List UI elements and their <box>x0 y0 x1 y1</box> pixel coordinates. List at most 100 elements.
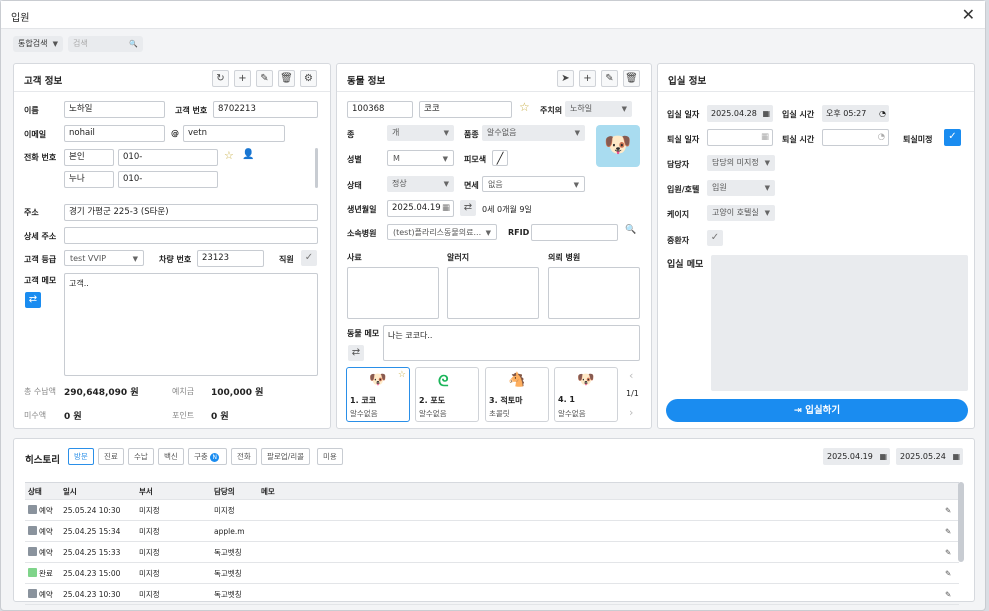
admit-memo[interactable] <box>711 255 968 391</box>
customer-no-field[interactable]: 8702213 <box>213 101 318 118</box>
car-field[interactable]: 23123 <box>197 250 264 267</box>
gear-icon[interactable]: ⚙ <box>300 70 317 87</box>
doctor-select[interactable]: 담당의 미지정 ▼ <box>707 155 775 171</box>
chevron-left-icon[interactable]: ‹ <box>629 369 633 382</box>
coat-color-picker[interactable]: ╱ <box>492 150 508 166</box>
star-icon[interactable]: ☆ <box>224 149 234 162</box>
send-icon[interactable]: ➤ <box>557 70 574 87</box>
species-select[interactable]: 개 ▼ <box>387 125 454 141</box>
pet-memo[interactable]: 나는 코코다.. <box>383 325 640 361</box>
tab-treatment[interactable]: 진료 <box>98 448 124 465</box>
delete-icon[interactable]: 🗑 <box>278 70 295 87</box>
birth-field[interactable]: 2025.04.19 ▦ <box>387 200 454 217</box>
neuter-label: 면세 <box>464 181 479 190</box>
vet-select[interactable]: 노하일 ▼ <box>565 101 632 117</box>
edit-icon[interactable]: ✎ <box>945 500 951 521</box>
email-domain-field[interactable]: vetn <box>183 125 285 142</box>
staff-checkbox[interactable]: ✓ <box>301 250 317 266</box>
rfid-field[interactable] <box>531 224 618 241</box>
in-date-field[interactable]: 2025.04.28 ▦ <box>707 105 773 122</box>
tab-visit[interactable]: 방문 <box>68 448 94 465</box>
table-row[interactable]: 완료 25.04.23 15:00 미지정 독고벳칭 ✎ <box>25 563 959 584</box>
pet-name-field[interactable]: 코코 <box>419 101 512 118</box>
out-date-field[interactable]: ▦ <box>707 129 773 146</box>
delete-icon[interactable]: 🗑 <box>623 70 640 87</box>
phone-number-field[interactable]: 010- <box>118 171 218 188</box>
pet-card-4[interactable]: 🐶 4. 1 알수없음 <box>554 367 618 422</box>
edit-icon[interactable]: ✎ <box>945 584 951 605</box>
customer-no-label: 고객 번호 <box>175 106 208 115</box>
referral-field[interactable] <box>548 267 640 319</box>
pet-card-2[interactable]: ᘓ 2. 포도 알수없음 <box>415 367 479 422</box>
edit-icon[interactable]: ✎ <box>601 70 618 87</box>
table-scrollbar[interactable] <box>958 482 964 562</box>
edit-icon[interactable]: ✎ <box>256 70 273 87</box>
sex-select[interactable]: M ▼ <box>387 150 454 166</box>
ward-select[interactable]: 입원 ▼ <box>707 180 775 196</box>
address-detail-field[interactable] <box>64 227 318 244</box>
breed-select[interactable]: 알수없음 ▼ <box>482 125 585 141</box>
admit-button[interactable]: ⇥ 입실하기 <box>666 399 968 422</box>
star-icon[interactable]: ☆ <box>519 100 530 114</box>
phone-rel-field[interactable]: 본인 <box>64 149 114 166</box>
status-swatch <box>28 568 37 577</box>
customer-memo[interactable]: 고객.. <box>64 273 318 376</box>
cage-select[interactable]: 고양이 호텔실 ▼ <box>707 205 775 221</box>
tab-followup[interactable]: 팔로업/리콜 <box>261 448 311 465</box>
out-time-field[interactable]: ◔ <box>822 129 889 146</box>
table-row[interactable]: 예약 25.04.25 15:34 미지정 apple.m ✎ <box>25 521 959 542</box>
undecided-checkbox[interactable]: ✓ <box>944 129 961 146</box>
neuter-select[interactable]: 없음 ▼ <box>482 176 585 192</box>
pet-title: 동물 정보 <box>347 76 386 87</box>
table-row[interactable]: 예약 25.05.24 10:30 미지정 미지정 ✎ <box>25 500 959 521</box>
tab-vaccine[interactable]: 백신 <box>158 448 184 465</box>
phone-rel-field[interactable]: 누나 <box>64 171 114 188</box>
table-row[interactable]: 예약 25.04.25 15:33 미지정 독고벳칭 ✎ <box>25 542 959 563</box>
swap-icon[interactable]: ⇄ <box>25 292 41 308</box>
pet-card-1[interactable]: 🐶 ☆ 1. 코코 알수없음 <box>346 367 410 422</box>
swap-icon[interactable]: ⇄ <box>460 200 476 216</box>
edit-icon[interactable]: ✎ <box>945 542 951 563</box>
car-label: 차량 번호 <box>159 255 192 264</box>
edit-icon[interactable]: ✎ <box>945 563 951 584</box>
search-mode-select[interactable]: 통합검색 ▼ <box>13 36 63 52</box>
address-field[interactable]: 경기 가평군 225-3 (S타운) <box>64 204 318 221</box>
in-time-field[interactable]: 오후 05:27 ◔ <box>822 105 889 122</box>
refresh-icon[interactable]: ↻ <box>212 70 229 87</box>
swap-icon[interactable]: ⇄ <box>348 345 364 361</box>
close-icon[interactable]: ✕ <box>962 5 975 24</box>
add-icon[interactable]: + <box>579 70 596 87</box>
grade-label: 고객 등급 <box>24 255 57 264</box>
allergy-field[interactable] <box>447 267 539 319</box>
tab-phone[interactable]: 전화 <box>231 448 257 465</box>
tab-deworm[interactable]: 구충 N <box>188 448 227 465</box>
email-user-field[interactable]: nohail <box>64 125 165 142</box>
food-field[interactable] <box>347 267 439 319</box>
paid-label: 총 수납액 <box>24 387 56 396</box>
search-input[interactable]: 검색 🔍 <box>68 36 143 52</box>
hospital-label: 소속병원 <box>347 229 377 238</box>
table-row[interactable]: 예약 25.04.23 10:30 미지정 독고벳칭 ✎ <box>25 584 959 605</box>
phone-number-field[interactable]: 010- <box>118 149 218 166</box>
search-icon[interactable]: 🔍 <box>625 225 636 235</box>
history-to-date[interactable]: 2025.05.24 ▦ <box>896 448 963 465</box>
search-icon[interactable]: 🔍 <box>129 36 138 52</box>
history-from-date[interactable]: 2025.04.19 ▦ <box>823 448 890 465</box>
pet-card-3[interactable]: 🐴 3. 적토마 초콜릿 <box>485 367 549 422</box>
status-select[interactable]: 정상 ▼ <box>387 176 454 192</box>
edit-icon[interactable]: ✎ <box>945 521 951 542</box>
hospital-select[interactable]: (test)플라리스동물의료... ▼ <box>387 224 497 240</box>
phone-scrollbar[interactable] <box>315 148 318 188</box>
pet-id-field[interactable]: 100368 <box>347 101 413 118</box>
customer-title: 고객 정보 <box>24 76 63 87</box>
name-field[interactable]: 노하일 <box>64 101 165 118</box>
tab-grooming[interactable]: 미용 <box>317 448 343 465</box>
critical-checkbox[interactable]: ✓ <box>707 230 723 246</box>
status-swatch <box>28 547 37 556</box>
grade-select[interactable]: test VVIP ▼ <box>64 250 144 266</box>
title-bar: 입원 ✕ <box>1 1 985 29</box>
add-contact-icon[interactable]: 👤 <box>242 149 254 160</box>
add-icon[interactable]: + <box>234 70 251 87</box>
chevron-right-icon[interactable]: › <box>629 406 633 419</box>
tab-payment[interactable]: 수납 <box>128 448 154 465</box>
